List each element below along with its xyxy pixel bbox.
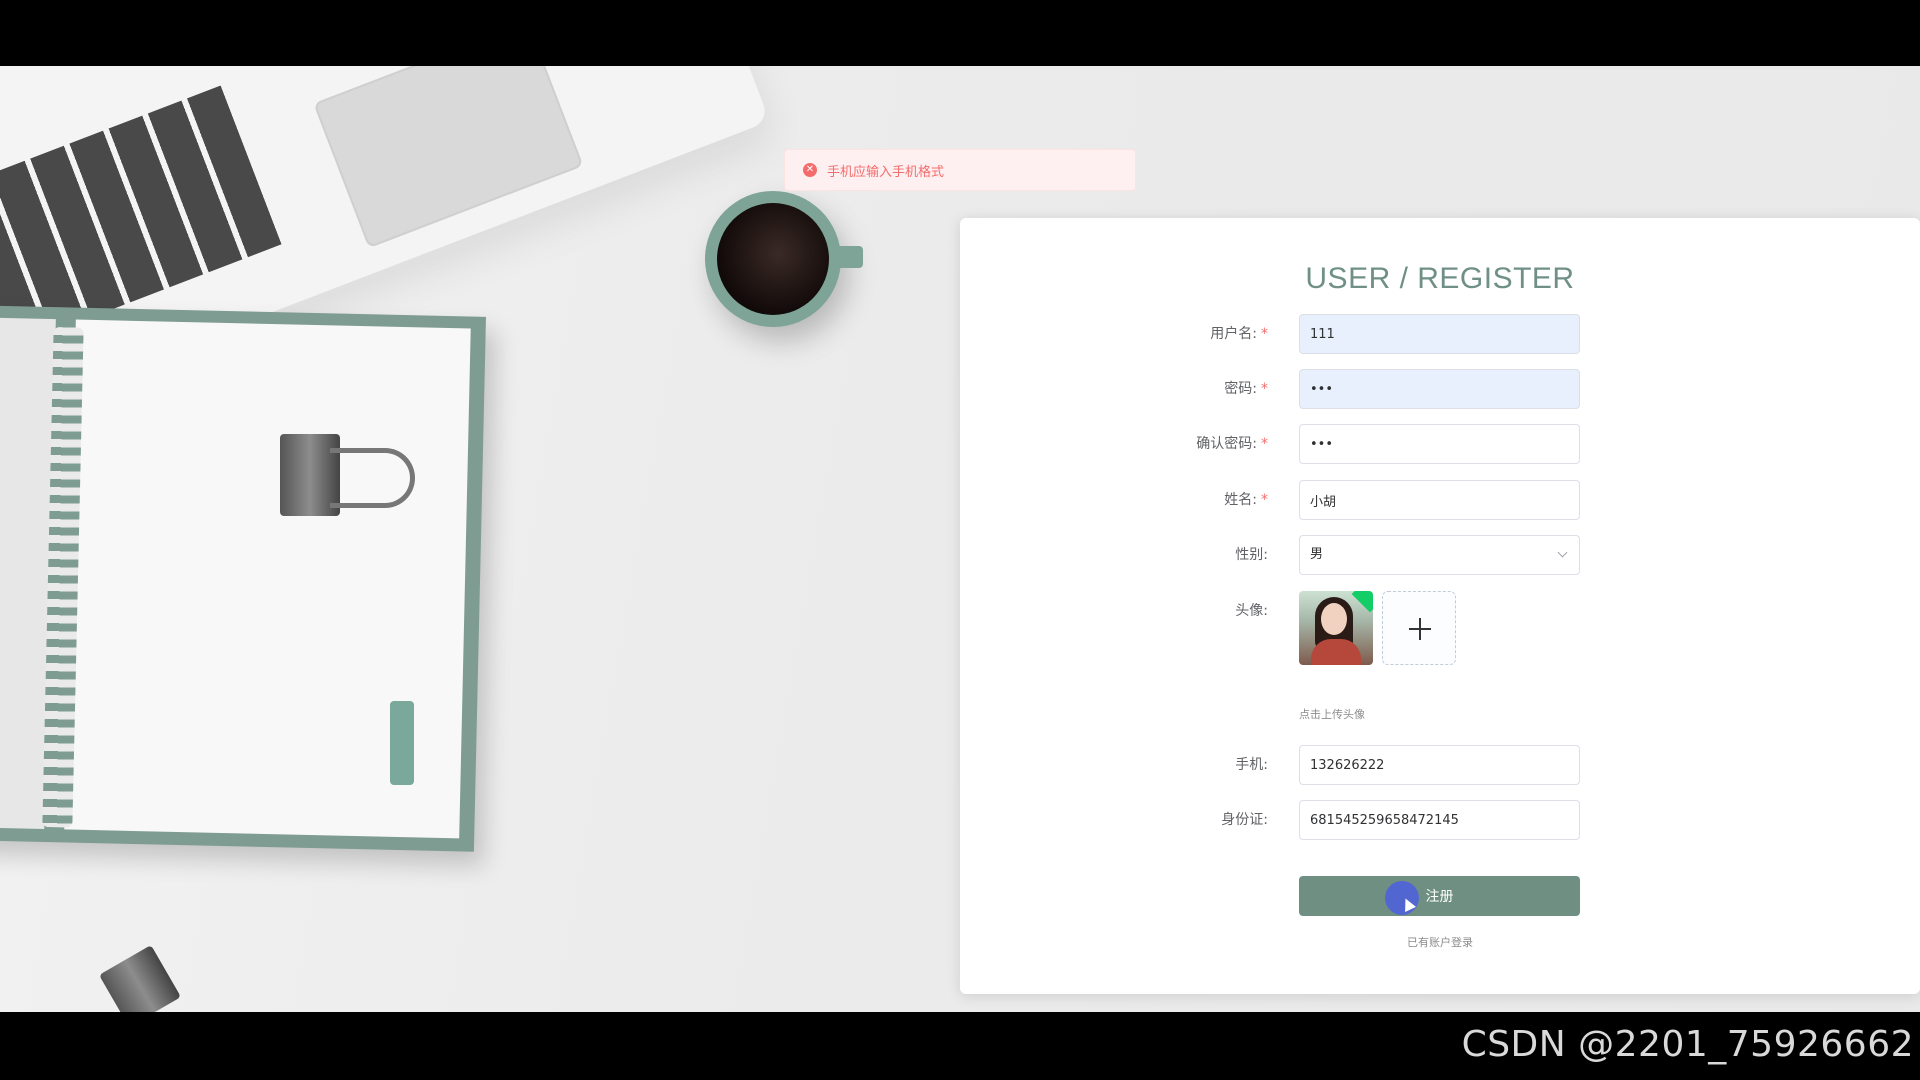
plus-icon-vertical [1419, 618, 1421, 640]
avatar-face [1321, 603, 1347, 635]
trackpad-illustration [313, 66, 584, 249]
name-label: 姓名: * [1224, 492, 1268, 508]
login-link[interactable]: 已有账户登录 [960, 934, 1920, 950]
confirm-password-label: 确认密码: * [1196, 436, 1268, 452]
coffee-cup-illustration [705, 191, 863, 327]
mouse-click-indicator [1385, 881, 1419, 915]
password-input[interactable] [1299, 369, 1580, 409]
gender-selected-value: 男 [1299, 535, 1580, 575]
name-row: 姓名: * [960, 480, 1920, 520]
error-circle-icon: ✕ [803, 163, 817, 177]
password-label: 密码: * [1224, 381, 1268, 397]
toast-message: 手机应输入手机格式 [827, 164, 945, 180]
gender-row: 性别: 男 [960, 535, 1920, 575]
phone-input[interactable] [1299, 745, 1580, 785]
avatar-upload-button[interactable] [1382, 591, 1456, 665]
phone-row: 手机: [960, 745, 1920, 785]
cup-handle-illustration [833, 246, 863, 268]
form-title: USER / REGISTER [1305, 262, 1575, 295]
avatar-body [1311, 639, 1361, 665]
phone-label: 手机: [1235, 757, 1268, 773]
register-button[interactable]: 注册 [1299, 876, 1580, 916]
confirm-password-input[interactable] [1299, 424, 1580, 464]
upload-success-badge-icon [1351, 591, 1373, 613]
username-input[interactable] [1299, 314, 1580, 354]
coffee-illustration [717, 203, 829, 315]
binder-clip-wire [330, 448, 415, 508]
page-background: ✕ 手机应输入手机格式 USER / REGISTER 用户名:* 密码:* 确… [0, 66, 1920, 1012]
username-row: 用户名: * [960, 314, 1920, 354]
name-input[interactable] [1299, 480, 1580, 520]
idcard-input[interactable] [1299, 800, 1580, 840]
avatar-preview[interactable] [1299, 591, 1373, 665]
avatar-row: 头像: [960, 591, 1920, 671]
confirm-password-row: 确认密码: * [960, 424, 1920, 464]
gender-label: 性别: [1235, 547, 1268, 563]
register-card: USER / REGISTER 用户名:* 密码:* 确认密码:* 姓名:* 性… [960, 218, 1920, 994]
video-top-bar [0, 0, 1920, 66]
watermark: CSDN @2201_75926662 [1461, 1024, 1914, 1065]
eraser-illustration [390, 701, 414, 785]
binder-clip-illustration-bottom [99, 945, 181, 1012]
username-label: 用户名: * [1210, 326, 1268, 342]
gender-select[interactable]: 男 [1299, 535, 1580, 575]
avatar-label: 头像: [1235, 603, 1268, 619]
idcard-row: 身份证: [960, 800, 1920, 840]
idcard-label: 身份证: [1221, 812, 1268, 828]
avatar-upload-tip: 点击上传头像 [1299, 708, 1365, 721]
error-toast: ✕ 手机应输入手机格式 [784, 149, 1136, 191]
password-row: 密码: * [960, 369, 1920, 409]
